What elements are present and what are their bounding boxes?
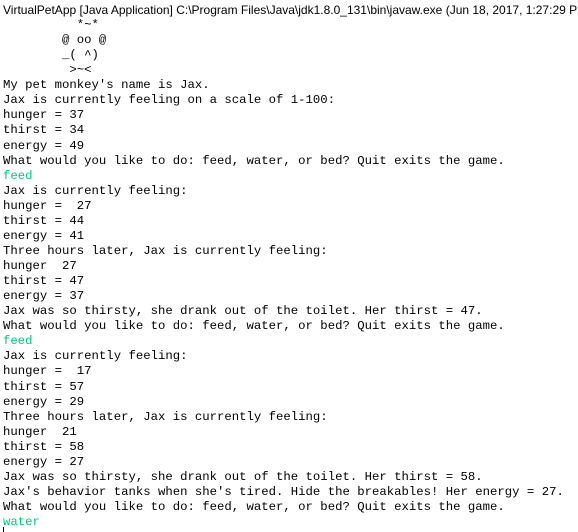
console-output-line: hunger = 17 [3, 364, 92, 379]
console-output-line: Jax was so thirsty, she drank out of the… [3, 469, 483, 484]
console-output-area[interactable]: *~* @ oo @ _( ^) >~< My pet monkey's name… [3, 18, 578, 530]
console-header: VirtualPetApp [Java Application] C:\Prog… [3, 3, 578, 17]
console-output-line: *~* [3, 18, 99, 32]
console-output-line: thirst = 57 [3, 379, 85, 394]
console-output-line: Three hours later, Jax is currently feel… [3, 409, 328, 424]
console-user-input-line: feed [3, 168, 33, 183]
console-output-line: Jax's behavior tanks when she's tired. H… [3, 484, 564, 499]
console-output-line: Jax was so thirsty, she drank out of the… [3, 304, 483, 319]
console-output-line: hunger 21 [3, 424, 77, 439]
console-output-line: energy = 29 [3, 394, 85, 409]
console-output-line: hunger = 27 [3, 198, 92, 213]
console-output-line: _( ^) [3, 48, 99, 63]
console-output-line: energy = 49 [3, 138, 85, 153]
console-output-line: What would you like to do: feed, water, … [3, 500, 505, 514]
console-output-line: thirst = 44 [3, 213, 85, 228]
console-output-line: My pet monkey's name is Jax. [3, 78, 210, 93]
console-output-line: hunger = 37 [3, 108, 85, 123]
console-output-line: Jax is currently feeling: [3, 183, 188, 198]
console-output-line: What would you like to do: feed, water, … [3, 319, 505, 334]
console-output-line: hunger 27 [3, 259, 77, 273]
console-output-line: energy = 37 [3, 289, 85, 304]
console-output-line: thirst = 34 [3, 123, 85, 138]
console-output-line: energy = 41 [3, 228, 85, 243]
console-user-input-line: water [3, 515, 40, 530]
console-output-line: Jax is currently feeling on a scale of 1… [3, 93, 336, 108]
console-output-line: thirst = 58 [3, 439, 85, 454]
console-output-line: >~< [3, 63, 92, 78]
console-output-line: thirst = 47 [3, 274, 85, 289]
console-output-line: Three hours later, Jax is currently feel… [3, 243, 328, 258]
console-user-input-line: feed [3, 334, 33, 349]
text-caret [3, 527, 4, 532]
console-output-line: @ oo @ [3, 33, 107, 48]
console-output-line: What would you like to do: feed, water, … [3, 153, 505, 168]
console-output-line: energy = 27 [3, 454, 85, 469]
console-output-line: Jax is currently feeling: [3, 349, 188, 364]
